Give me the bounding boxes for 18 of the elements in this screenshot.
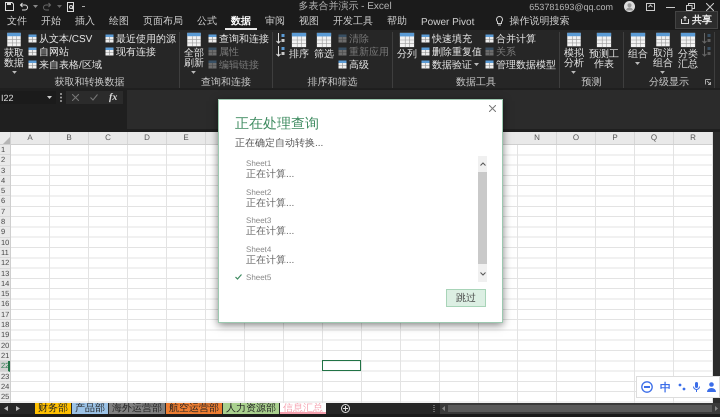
window-title: 多表合并演示 - Excel (298, 0, 393, 13)
dialog-title: 正在处理查询 (235, 114, 320, 132)
query-name: Sheet2 (245, 188, 272, 198)
group-label: 数据工具 (456, 76, 496, 89)
query-status: 正在计算... (246, 169, 296, 181)
group-label: 预测 (581, 76, 602, 89)
query-status: 正在计算... (246, 226, 296, 238)
query-status: 正在计算... (246, 198, 296, 210)
query-name: Sheet1 (245, 159, 272, 168)
group-label: 查询和连接 (200, 76, 251, 89)
query-name: Sheet3 (245, 216, 272, 226)
group-label: 获取和转换数据 (54, 76, 124, 89)
query-status: 正在计算... (246, 254, 296, 266)
dialog-subtitle: 正在确定自动转换... (235, 136, 324, 150)
group-label: 分级显示 (648, 76, 689, 89)
group-label: 排序和筛选 (307, 76, 358, 89)
query-name: Sheet4 (245, 244, 272, 254)
query-name: Sheet5 (235, 273, 478, 283)
